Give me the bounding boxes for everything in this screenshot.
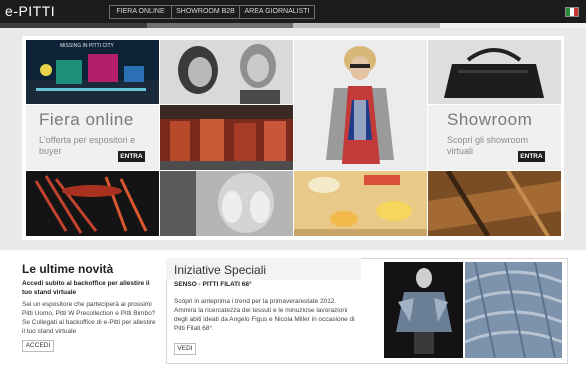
italian-flag-icon[interactable] — [565, 7, 579, 17]
photo-child-model[interactable] — [294, 40, 427, 170]
nav-area-giornalisti[interactable]: AREA GIORNALISTI — [239, 5, 315, 19]
e-pitti-logo[interactable]: e-PITTI — [5, 3, 55, 19]
special-initiatives-body: Scopri in anteprima i trend per la prima… — [174, 298, 355, 332]
special-initiatives-title: Iniziative Speciali — [174, 263, 267, 277]
photo-fashion-models[interactable] — [160, 40, 293, 104]
photo-food-table[interactable] — [294, 171, 427, 236]
news-body: Sei un espositore che parteciperà ai pro… — [22, 301, 156, 335]
news-title: Le ultime novità — [22, 262, 114, 276]
showroom-title: Showroom — [447, 110, 533, 129]
special-initiatives-subtitle: SENSO - PITTI FILATI 68° — [174, 281, 252, 288]
color-stripe — [0, 23, 586, 28]
fiera-online-title: Fiera online — [39, 110, 134, 129]
showroom-entra-button[interactable]: ENTRA — [518, 151, 545, 162]
photo-knit-texture[interactable] — [465, 262, 562, 358]
fiera-entra-button[interactable]: ENTRA — [118, 151, 145, 162]
nav-showroom-b2b[interactable]: SHOWROOM B2B — [171, 5, 240, 19]
photo-red-stand[interactable] — [160, 105, 293, 170]
photo-child-hands[interactable] — [160, 171, 293, 236]
event-hall-caption: MISSING IN PITTI CITY — [60, 43, 114, 49]
photo-yarn-installation[interactable] — [26, 171, 159, 236]
photo-event-hall[interactable]: MISSING IN PITTI CITY — [26, 40, 159, 104]
photo-knit-garment[interactable] — [384, 262, 463, 358]
vedi-button[interactable]: VEDI — [174, 343, 196, 355]
photo-leather-bag[interactable] — [428, 40, 561, 104]
top-bar: e-PITTI FIERA ONLINE SHOWROOM B2B AREA G… — [0, 0, 586, 23]
accedi-button[interactable]: ACCEDI — [22, 340, 54, 352]
hero-collage: MISSING IN PITTI CITY Fiera online L'off… — [22, 36, 564, 240]
showroom-panel[interactable]: Showroom Scopri gli showroom virtuali EN… — [428, 105, 561, 170]
photo-leather-goods[interactable] — [428, 171, 561, 236]
fiera-online-panel[interactable]: Fiera online L'offerta per espositori e … — [26, 105, 159, 170]
news-highlight: Accedi subito al backoffice per allestir… — [22, 280, 150, 296]
nav-fiera-online[interactable]: FIERA ONLINE — [109, 5, 172, 19]
